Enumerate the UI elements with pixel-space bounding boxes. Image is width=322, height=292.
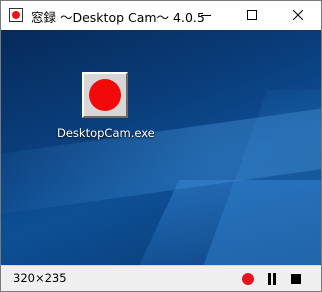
- stop-button[interactable]: [288, 271, 304, 287]
- app-window: 窓録 ～Desktop Cam～ 4.0.5 DesktopCam.exe 32…: [0, 0, 322, 292]
- close-icon: [293, 10, 303, 20]
- record-button[interactable]: [240, 271, 256, 287]
- desktop-icon-label: DesktopCam.exe: [57, 126, 155, 140]
- maximize-button[interactable]: [229, 1, 275, 30]
- record-circle: [89, 79, 121, 111]
- record-icon: [242, 273, 254, 285]
- status-bar: 320×235: [1, 265, 321, 291]
- record-app-icon[interactable]: [82, 72, 128, 118]
- capture-area: DesktopCam.exe: [1, 30, 321, 265]
- record-dot: [12, 11, 20, 19]
- stop-icon: [291, 274, 301, 284]
- pause-icon-bar: [273, 273, 276, 285]
- window-title: 窓録 ～Desktop Cam～ 4.0.5: [31, 10, 205, 25]
- minimize-button[interactable]: [183, 1, 229, 30]
- title-bar[interactable]: 窓録 ～Desktop Cam～ 4.0.5: [1, 1, 321, 30]
- maximize-icon: [247, 10, 257, 20]
- pause-icon: [268, 273, 271, 285]
- record-dot-icon[interactable]: [9, 8, 23, 22]
- pause-button[interactable]: [264, 271, 280, 287]
- minimize-icon: [201, 15, 211, 16]
- close-button[interactable]: [275, 1, 321, 30]
- capture-size-label: 320×235: [13, 271, 67, 285]
